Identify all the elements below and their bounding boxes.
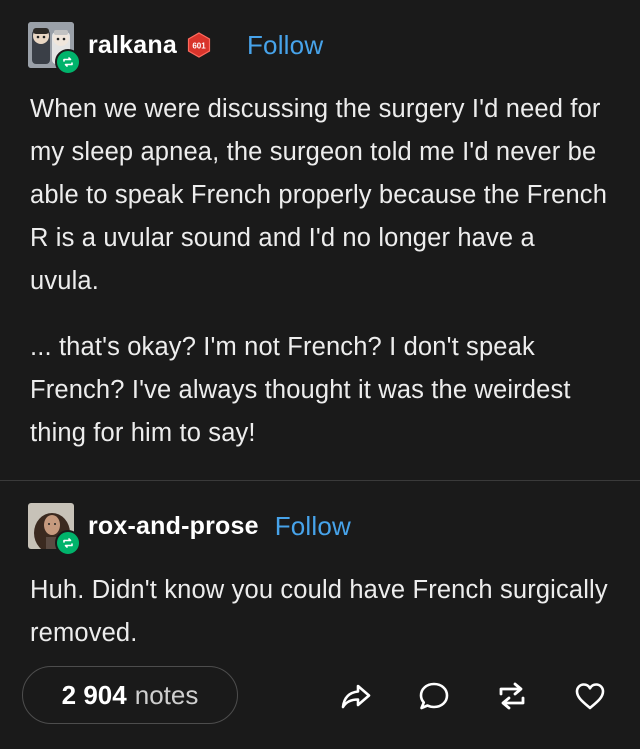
badge-text: 601 — [192, 42, 206, 51]
avatar[interactable] — [28, 503, 81, 556]
divider — [0, 480, 640, 481]
post-paragraph: When we were discussing the surgery I'd … — [30, 95, 608, 295]
reblog-badge-icon — [55, 530, 81, 556]
username[interactable]: rox-and-prose — [88, 512, 259, 541]
reblog-header: rox-and-prose Follow — [28, 503, 351, 556]
original-post-header: ralkana 601 Follow — [28, 22, 323, 75]
reply-icon[interactable] — [414, 676, 454, 716]
follow-button[interactable]: Follow — [247, 30, 323, 61]
like-icon[interactable] — [570, 676, 610, 716]
avatar[interactable] — [28, 22, 81, 75]
follow-button[interactable]: Follow — [275, 511, 351, 542]
post-paragraph: ... that's okay? I'm not French? I don't… — [30, 333, 571, 447]
reblog-icon[interactable] — [492, 676, 532, 716]
hexagon-badge-icon: 601 — [187, 32, 211, 58]
reblog-badge-icon — [55, 49, 81, 75]
post-actions — [0, 676, 640, 716]
reblog-paragraph: Huh. Didn't know you could have French s… — [30, 576, 608, 647]
share-icon[interactable] — [336, 676, 376, 716]
username[interactable]: ralkana — [88, 31, 177, 60]
